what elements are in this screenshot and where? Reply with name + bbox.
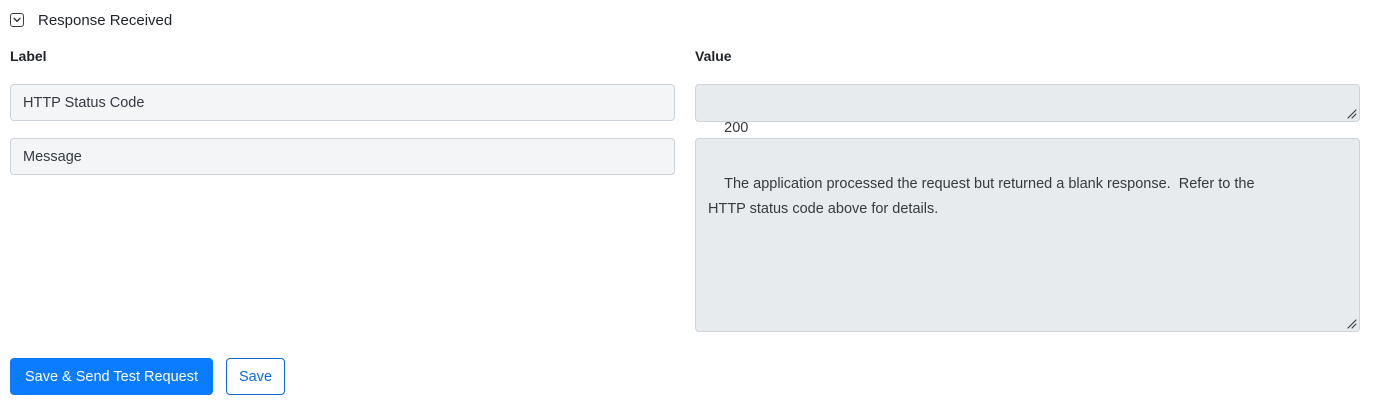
- chevron-down-icon[interactable]: [10, 13, 24, 27]
- section-title: Response Received: [38, 11, 173, 29]
- response-received-panel: Response Received Label Value HTTP Statu…: [0, 0, 1378, 402]
- label-column-heading: Label: [10, 48, 47, 64]
- label-field-http-status-code[interactable]: HTTP Status Code: [10, 84, 675, 121]
- value-field-text: 200: [724, 120, 749, 136]
- save-and-send-test-request-button[interactable]: Save & Send Test Request: [10, 358, 213, 395]
- label-field-text: Message: [23, 148, 82, 165]
- value-column-heading: Value: [695, 48, 732, 64]
- resize-grip-icon[interactable]: [1345, 107, 1357, 119]
- label-field-message[interactable]: Message: [10, 138, 675, 175]
- section-toggle[interactable]: Response Received: [10, 10, 172, 30]
- label-field-text: HTTP Status Code: [23, 94, 145, 111]
- value-field-text: The application processed the request bu…: [708, 176, 1255, 217]
- resize-grip-icon[interactable]: [1345, 317, 1357, 329]
- save-button[interactable]: Save: [226, 358, 285, 395]
- value-field-http-status-code[interactable]: 200: [695, 84, 1360, 136]
- value-field-message[interactable]: The application processed the request bu…: [695, 138, 1360, 332]
